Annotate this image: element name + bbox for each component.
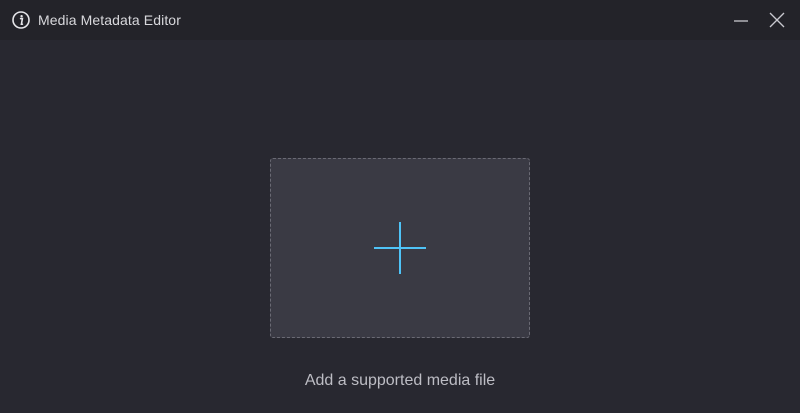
window-title: Media Metadata Editor xyxy=(38,12,181,28)
close-icon xyxy=(769,12,785,28)
add-media-dropzone[interactable] xyxy=(270,158,530,338)
window-controls xyxy=(732,0,786,40)
plus-icon xyxy=(374,222,426,274)
add-media-hint: Add a supported media file xyxy=(304,372,496,389)
minimize-icon xyxy=(734,20,748,22)
info-icon xyxy=(12,11,30,29)
close-button[interactable] xyxy=(768,11,786,29)
app-window: Media Metadata Editor Add a supported me… xyxy=(0,0,800,413)
minimize-button[interactable] xyxy=(732,11,750,29)
title-bar: Media Metadata Editor xyxy=(0,0,800,40)
